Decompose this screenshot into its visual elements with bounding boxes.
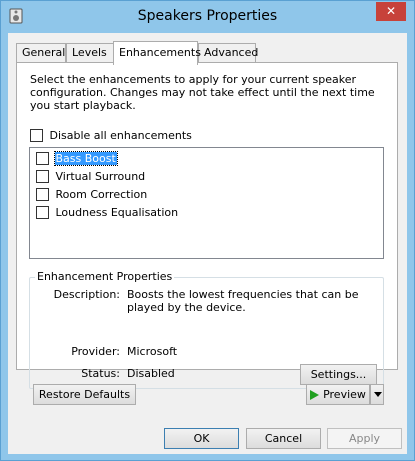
tab-advanced[interactable]: Advanced <box>198 43 258 63</box>
status-label: Status: <box>81 367 120 380</box>
list-item-loudness-equalisation[interactable]: Loudness Equalisation <box>36 205 179 222</box>
apply-button[interactable]: Apply <box>327 428 402 449</box>
enhancements-list[interactable]: Bass Boost Virtual Surround Room Correct… <box>29 147 384 259</box>
list-item-room-correction[interactable]: Room Correction <box>36 187 148 204</box>
provider-value: Microsoft <box>127 345 178 358</box>
enhancements-panel: Select the enhancements to apply for you… <box>16 62 398 389</box>
title-bar[interactable]: Speakers Properties ✕ <box>1 1 414 33</box>
disable-all-checkbox-row[interactable]: Disable all enhancements <box>30 128 192 142</box>
close-icon: ✕ <box>385 4 397 18</box>
bass-boost-checkbox[interactable] <box>36 151 49 165</box>
disable-all-checkbox[interactable] <box>30 128 43 142</box>
group-title: Enhancement Properties <box>35 270 175 283</box>
dialog-body: General Levels Enhancements Advanced Sel… <box>8 33 407 454</box>
provider-label: Provider: <box>71 345 120 358</box>
preview-button[interactable]: Preview <box>306 384 370 405</box>
list-item-label: Room Correction <box>55 187 148 201</box>
description-value: Boosts the lowest frequencies that can b… <box>127 288 359 314</box>
status-value: Disabled <box>127 367 175 380</box>
description-label: Description: <box>53 288 120 301</box>
cancel-button[interactable]: Cancel <box>246 428 321 449</box>
window-title: Speakers Properties <box>137 8 278 24</box>
settings-button[interactable]: Settings... <box>300 364 377 385</box>
dialog-footer: OK Cancel Apply <box>8 416 407 454</box>
list-item-virtual-surround[interactable]: Virtual Surround <box>36 169 146 186</box>
room-correction-checkbox[interactable] <box>36 187 49 201</box>
dialog-window: Speakers Properties ✕ General Levels Enh… <box>0 0 415 461</box>
virtual-surround-checkbox[interactable] <box>36 169 49 183</box>
list-item-label: Bass Boost <box>53 150 118 166</box>
list-item-bass-boost[interactable]: Bass Boost <box>36 150 118 168</box>
close-button[interactable]: ✕ <box>376 2 406 21</box>
restore-defaults-button[interactable]: Restore Defaults <box>33 384 136 405</box>
play-icon <box>310 390 320 400</box>
ok-button[interactable]: OK <box>164 428 239 449</box>
loudness-equalisation-checkbox[interactable] <box>36 205 49 219</box>
tab-levels[interactable]: Levels <box>66 43 114 63</box>
list-item-label: Loudness Equalisation <box>55 205 179 219</box>
intro-text: Select the enhancements to apply for you… <box>30 73 375 112</box>
enhancement-properties-group: Enhancement Properties Description: Boos… <box>29 270 384 389</box>
preview-dropdown-button[interactable] <box>370 384 384 405</box>
list-item-label: Virtual Surround <box>55 169 146 183</box>
chevron-down-icon <box>374 392 382 397</box>
tab-enhancements[interactable]: Enhancements <box>113 41 201 65</box>
disable-all-label: Disable all enhancements <box>49 128 192 142</box>
preview-label: Preview <box>323 388 366 401</box>
tab-general[interactable]: General <box>16 43 66 63</box>
